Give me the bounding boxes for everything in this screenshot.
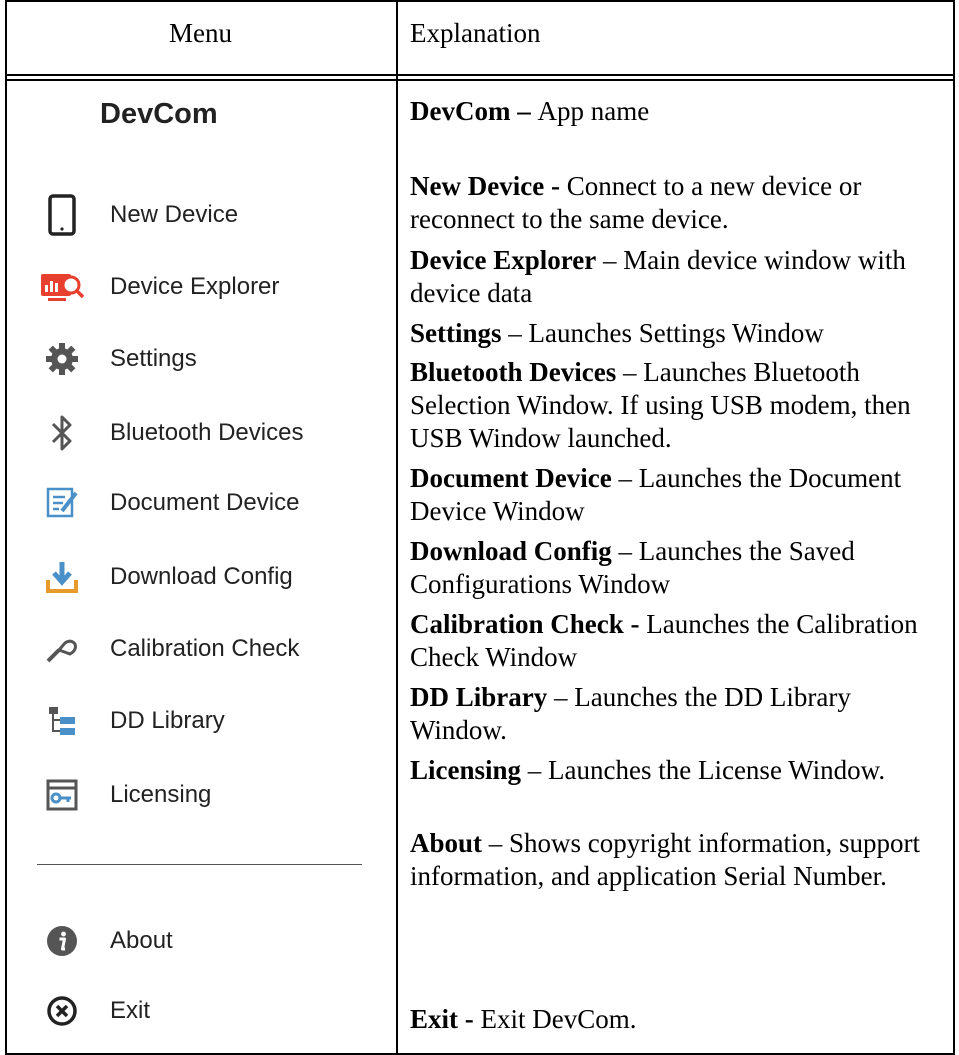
menu-item-label: Bluetooth Devices	[110, 419, 304, 446]
menu-item-new-device[interactable]: New Device	[40, 193, 380, 237]
explanation-text: Exit DevCom.	[480, 1004, 637, 1034]
download-icon	[40, 555, 84, 599]
menu-item-label: About	[110, 927, 173, 954]
explanation-calibration-check: Calibration Check - Launches the Calibra…	[410, 608, 950, 674]
column-header-menu: Menu	[169, 18, 232, 48]
menu-item-label: DD Library	[110, 707, 225, 734]
column-header-explanation: Explanation	[410, 18, 541, 48]
menu-item-label: Download Config	[110, 563, 293, 590]
explanation-term: Device Explorer	[410, 245, 597, 275]
explanation-device-explorer: Device Explorer – Main device window wit…	[410, 244, 950, 310]
explanation-separator: -	[544, 171, 567, 201]
explanation-term: Licensing	[410, 755, 522, 785]
explanation-separator: –	[501, 318, 529, 348]
explanation-term: Bluetooth Devices	[410, 357, 617, 387]
menu-divider	[37, 864, 362, 865]
explanation-text: Launches the License Window.	[548, 755, 886, 785]
explanation-term: Calibration Check	[410, 609, 624, 639]
gear-icon	[40, 337, 84, 381]
table-column-divider	[396, 0, 398, 1055]
explanation-term: DD Library	[410, 682, 548, 712]
calibration-probe-icon	[40, 627, 84, 671]
explanation-term: Download Config	[410, 536, 612, 566]
table-border-top	[5, 0, 955, 2]
menu-item-exit[interactable]: Exit	[40, 989, 380, 1033]
menu-item-label: New Device	[110, 201, 239, 228]
explanation-licensing: Licensing – Launches the License Window.	[410, 754, 950, 787]
explanation-separator: –	[611, 536, 639, 566]
explanation-new-device: New Device - Connect to a new device or …	[410, 170, 950, 236]
monitor-search-icon	[40, 265, 84, 309]
explanation-term: Settings	[410, 318, 502, 348]
menu-item-calibration-check[interactable]: Calibration Check	[40, 627, 380, 671]
menu-item-document-device[interactable]: Document Device	[40, 481, 380, 525]
tree-folder-icon	[40, 699, 84, 743]
menu-item-about[interactable]: About	[40, 919, 380, 963]
menu-item-licensing[interactable]: Licensing	[40, 773, 380, 817]
close-circle-icon	[40, 989, 84, 1033]
menu-item-device-explorer[interactable]: Device Explorer	[40, 265, 380, 309]
explanation-separator: -	[623, 609, 647, 639]
menu-item-label: Licensing	[110, 781, 212, 808]
explanation-separator: –	[482, 828, 510, 858]
info-icon	[40, 919, 84, 963]
explanation-term: DevCom	[410, 96, 511, 126]
explanation-separator: –	[510, 96, 538, 126]
bluetooth-icon	[40, 411, 84, 455]
explanation-term: Exit	[410, 1004, 459, 1034]
edit-document-icon	[40, 481, 84, 525]
table-border-left	[5, 0, 7, 1055]
explanation-term: New Device	[410, 171, 545, 201]
explanation-exit: Exit - Exit DevCom.	[410, 1003, 950, 1036]
explanation-text: App name	[537, 96, 650, 126]
explanation-separator: –	[616, 357, 644, 387]
tablet-icon	[40, 193, 84, 237]
explanation-devcom: DevCom – App name	[410, 95, 950, 128]
explanation-separator: -	[458, 1004, 481, 1034]
menu-item-label: Device Explorer	[110, 273, 280, 300]
explanation-about: About – Shows copyright information, sup…	[410, 827, 950, 893]
explanation-download-config: Download Config – Launches the Saved Con…	[410, 535, 950, 601]
menu-explanation-table: Menu Explanation DevCom New Device Devic…	[0, 0, 959, 1055]
header-rule-2	[5, 79, 955, 81]
explanation-separator: –	[521, 755, 549, 785]
explanation-document-device: Document Device – Launches the Document …	[410, 462, 950, 528]
explanation-term: About	[410, 828, 483, 858]
app-title: DevCom	[100, 98, 218, 130]
explanation-separator: –	[611, 463, 639, 493]
menu-item-label: Calibration Check	[110, 635, 300, 662]
menu-item-label: Document Device	[110, 489, 300, 516]
table-border-right	[953, 0, 955, 1055]
menu-item-settings[interactable]: Settings	[40, 337, 380, 381]
explanation-separator: –	[596, 245, 624, 275]
menu-item-bluetooth-devices[interactable]: Bluetooth Devices	[40, 411, 380, 455]
explanation-term: Document Device	[410, 463, 612, 493]
menu-item-label: Settings	[110, 345, 197, 372]
explanation-separator: –	[547, 682, 575, 712]
license-key-icon	[40, 773, 84, 817]
header-rule-1	[5, 74, 955, 76]
explanation-dd-library: DD Library – Launches the DD Library Win…	[410, 681, 950, 747]
explanation-text: Launches Settings Window	[528, 318, 824, 348]
menu-item-label: Exit	[110, 997, 151, 1024]
menu-item-dd-library[interactable]: DD Library	[40, 699, 380, 743]
explanation-bluetooth-devices: Bluetooth Devices – Launches Bluetooth S…	[410, 356, 950, 455]
explanation-settings: Settings – Launches Settings Window	[410, 317, 950, 350]
menu-item-download-config[interactable]: Download Config	[40, 555, 380, 599]
